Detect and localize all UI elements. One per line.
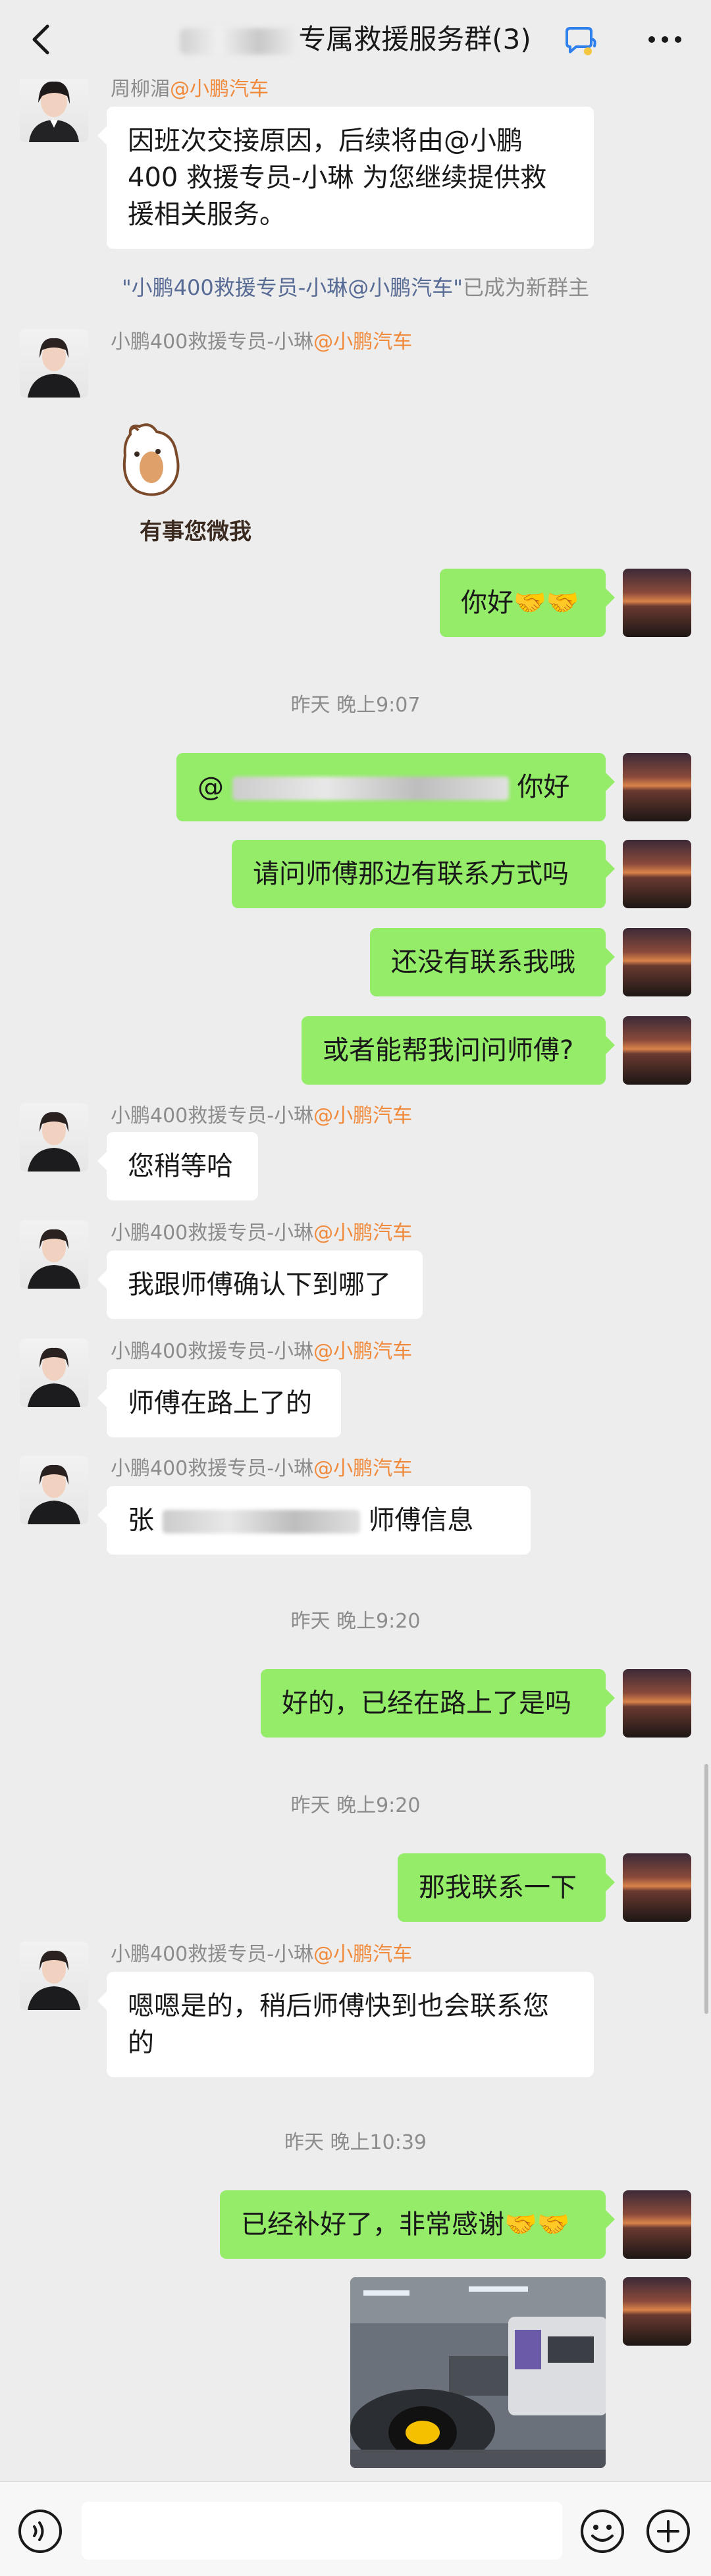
message-text: 你好🤝🤝 [461, 588, 579, 618]
avatar[interactable] [20, 1103, 88, 1172]
sticker-caption: 有事您微我 [140, 519, 251, 545]
avatar[interactable] [20, 1339, 88, 1407]
chevron-left-icon[interactable] [22, 20, 62, 59]
message-bubble[interactable]: 那我联系一下 [398, 1853, 615, 1922]
sender-name: 小鹏400救援专员-小琳@小鹏汽车 [111, 330, 413, 353]
message-text: 已经补好了，非常感谢🤝🤝 [241, 2209, 570, 2240]
message-text: 好的，已经在路上了是吗 [282, 1688, 571, 1718]
avatar[interactable] [623, 840, 691, 908]
avatar[interactable] [623, 753, 691, 821]
avatar[interactable] [623, 1669, 691, 1738]
message-bubble[interactable]: 张 师傅信息 [97, 1486, 531, 1555]
avatar[interactable] [20, 76, 88, 142]
message-text: 因班次交接原因，后续将由@小鹏400 救援专员-小琳 为您继续提供救援相关服务。 [128, 126, 547, 230]
chat-header: 专属救援服务群(3) [0, 0, 711, 79]
new-owner-link[interactable]: "小鹏400救援专员-小琳@小鹏汽车" [122, 275, 463, 300]
message-text: 或者能帮我问问师傅? [323, 1035, 574, 1066]
redacted-contact [162, 1510, 360, 1533]
scrollbar[interactable] [704, 1764, 708, 2014]
sender-name: 小鹏400救援专员-小琳@小鹏汽车 [111, 1104, 413, 1127]
photo-message[interactable] [350, 2277, 606, 2468]
avatar[interactable] [20, 1220, 88, 1289]
avatar[interactable] [20, 1942, 88, 2010]
message-bubble[interactable]: 或者能帮我问问师傅? [302, 1016, 615, 1085]
more-icon[interactable] [645, 28, 685, 51]
redacted-mention [232, 777, 509, 800]
message-input[interactable] [82, 2502, 562, 2560]
system-message: "小鹏400救援专员-小琳@小鹏汽车"已成为新群主 [121, 275, 590, 300]
sender-name: 周柳湄@小鹏汽车 [111, 78, 269, 101]
message-text: 嗯嗯是的，稍后师傅快到也会联系您的 [128, 1991, 549, 2058]
message-text: 您稍等哈 [128, 1151, 233, 1181]
group-chat-icon[interactable] [563, 26, 597, 57]
avatar[interactable] [623, 569, 691, 637]
avatar[interactable] [20, 329, 88, 398]
message-bubble[interactable]: 师傅在路上了的 [97, 1369, 341, 1437]
message-bubble[interactable]: 好的，已经在路上了是吗 [261, 1669, 615, 1738]
avatar[interactable] [623, 2190, 691, 2259]
message-text: 那我联系一下 [419, 1872, 577, 1903]
message-bubble[interactable]: 嗯嗯是的，稍后师傅快到也会联系您的 [97, 1972, 594, 2077]
avatar[interactable] [20, 1456, 88, 1524]
message-text: 还没有联系我哦 [391, 947, 575, 977]
emoji-icon[interactable] [579, 2508, 625, 2554]
timestamp: 昨天 晚上9:20 [290, 1794, 421, 1817]
message-text: 师傅在路上了的 [128, 1388, 312, 1418]
message-bubble[interactable]: 你好🤝🤝 [440, 569, 615, 637]
input-bar [0, 2481, 711, 2576]
sender-name: 小鹏400救援专员-小琳@小鹏汽车 [111, 1457, 413, 1480]
sender-name: 小鹏400救援专员-小琳@小鹏汽车 [111, 1340, 413, 1363]
title-redacted [180, 28, 299, 55]
timestamp: 昨天 晚上10:39 [284, 2131, 427, 2154]
avatar[interactable] [623, 1853, 691, 1922]
message-bubble[interactable]: @ 你好 [176, 753, 615, 821]
message-bubble[interactable]: 因班次交接原因，后续将由@小鹏400 救援专员-小琳 为您继续提供救援相关服务。 [97, 107, 594, 249]
message-bubble[interactable]: 您稍等哈 [97, 1132, 258, 1200]
sender-name: 小鹏400救援专员-小琳@小鹏汽车 [111, 1222, 413, 1245]
message-bubble[interactable]: 请问师傅那边有联系方式吗 [232, 840, 615, 908]
chat-title-text: 专属救援服务群(3) [298, 23, 531, 55]
message-text: 请问师傅那边有联系方式吗 [253, 859, 569, 889]
message-text: 我跟师傅确认下到哪了 [128, 1270, 391, 1300]
avatar[interactable] [623, 2277, 691, 2346]
message-bubble[interactable]: 我跟师傅确认下到哪了 [97, 1250, 423, 1319]
sender-name: 小鹏400救援专员-小琳@小鹏汽车 [111, 1943, 413, 1966]
plus-icon[interactable] [645, 2508, 691, 2554]
avatar[interactable] [623, 928, 691, 996]
timestamp: 昨天 晚上9:20 [290, 1610, 421, 1633]
sticker-message[interactable]: 有事您微我 [111, 415, 282, 553]
timestamp: 昨天 晚上9:07 [290, 694, 421, 717]
avatar[interactable] [623, 1016, 691, 1085]
message-bubble[interactable]: 已经补好了，非常感谢🤝🤝 [220, 2190, 615, 2259]
message-bubble[interactable]: 还没有联系我哦 [370, 928, 615, 996]
garage-photo [350, 2277, 606, 2468]
voice-icon[interactable] [17, 2508, 63, 2554]
chat-title: 专属救援服务群(3) [99, 18, 612, 61]
